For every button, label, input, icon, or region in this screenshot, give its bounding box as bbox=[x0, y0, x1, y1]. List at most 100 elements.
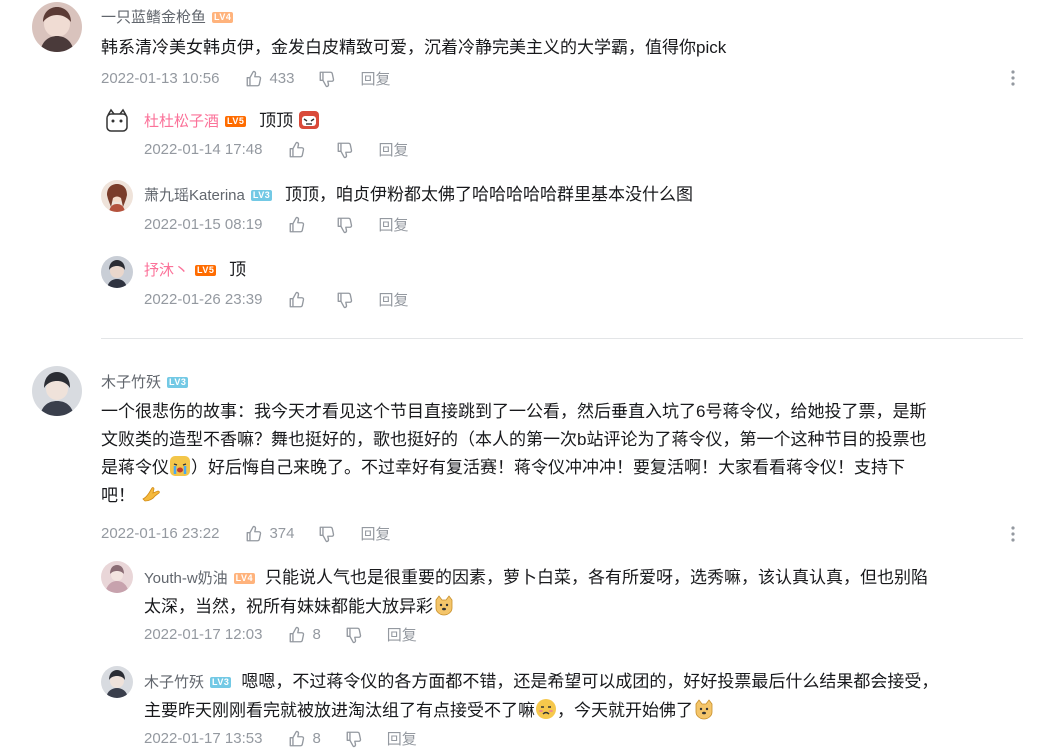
like-count: 433 bbox=[269, 70, 295, 87]
thumbs-down-icon bbox=[336, 216, 354, 234]
reply-button[interactable]: 回复 bbox=[360, 523, 390, 544]
dislike-button[interactable] bbox=[336, 216, 354, 234]
more-vertical-icon[interactable] bbox=[1003, 68, 1023, 88]
reply-button[interactable]: 回复 bbox=[378, 289, 408, 310]
avatar[interactable] bbox=[101, 105, 133, 137]
reply-text: 主要昨天刚刚看完就被放进淘汰组了有点接受不了嘛 bbox=[144, 701, 535, 720]
reply-line: 萧九瑶Katerina LV3 顶顶，咱贞伊粉都太佛了哈哈哈哈哈群里基本没什么图 bbox=[144, 183, 693, 208]
like-button[interactable] bbox=[288, 216, 312, 234]
comment-text: 一个很悲伤的故事：我今天才看见这个节目直接跳到了一公看，然后垂直入坑了6号蒋令仪… bbox=[101, 398, 1021, 510]
ok-hand-emoji-icon bbox=[142, 487, 160, 502]
crying-emoji-icon bbox=[170, 456, 190, 476]
reply-line: 杜杜松子酒 LV5 顶顶 bbox=[144, 108, 320, 134]
reply-text: 顶 bbox=[229, 260, 247, 279]
reply-button[interactable]: 回复 bbox=[387, 728, 417, 749]
thumbs-up-icon bbox=[245, 525, 263, 543]
reply-line: Youth-w奶油 LV4 只能说人气也是很重要的因素，萝卜白菜，各有所爱呀，选秀嘛… bbox=[144, 564, 1024, 621]
dislike-button[interactable] bbox=[336, 291, 354, 309]
comment-time: 2022-01-16 23:22 bbox=[101, 525, 220, 542]
comment-text-part: ）好后悔自己来晚了。不过幸好有复活赛！蒋令仪冲冲冲！要复活啊！大家看看蒋令仪！支… bbox=[191, 458, 905, 477]
level-badge: LV4 bbox=[212, 12, 234, 24]
like-count: 8 bbox=[312, 626, 321, 643]
reply-meta: 2022-01-14 17:48 回复 bbox=[144, 139, 408, 160]
like-count: 8 bbox=[312, 730, 321, 747]
username[interactable]: 木子竹殀 bbox=[144, 674, 204, 691]
reply-time: 2022-01-26 23:39 bbox=[144, 291, 263, 308]
reply-text: 太深，当然，祝所有妹妹都能大放异彩 bbox=[144, 597, 433, 616]
thumbs-up-icon bbox=[288, 216, 306, 234]
reply-button[interactable]: 回复 bbox=[360, 68, 390, 89]
reply-line: 抒沐丶 LV5 顶 bbox=[144, 258, 246, 283]
thumbs-up-icon bbox=[288, 291, 306, 309]
more-vertical-icon[interactable] bbox=[1003, 524, 1023, 544]
like-count: 374 bbox=[269, 525, 295, 542]
like-button[interactable]: 374 bbox=[245, 525, 294, 543]
comment-text-line: 文败类的造型不香嘛？舞也挺好的，歌也挺好的（本人的第一次b站评论为了蒋令仪，第一… bbox=[101, 430, 927, 449]
reply-time: 2022-01-14 17:48 bbox=[144, 141, 263, 158]
username[interactable]: 一只蓝鳍金枪鱼 bbox=[101, 9, 206, 26]
comment-meta: 2022-01-13 10:56 433 回复 bbox=[101, 68, 390, 89]
comment-text-line: 吧！ bbox=[101, 482, 1021, 510]
thumbs-up-icon bbox=[288, 626, 306, 644]
reply-line: 木子竹殀 LV3 嗯嗯，不过蒋令仪的各方面都不错，还是希望可以成团的，好好投票最后什… bbox=[144, 668, 1029, 725]
reply-time: 2022-01-17 12:03 bbox=[144, 626, 263, 643]
username[interactable]: 萧九瑶Katerina bbox=[144, 187, 245, 204]
reply-text: 只能说人气也是很重要的因素，萝卜白菜，各有所爱呀，选秀嘛，该认真认真，但也别陷 bbox=[265, 568, 928, 587]
thumbs-down-icon bbox=[336, 291, 354, 309]
avatar[interactable] bbox=[101, 666, 133, 698]
reply-meta: 2022-01-15 08:19 回复 bbox=[144, 214, 408, 235]
reply-button[interactable]: 回复 bbox=[378, 139, 408, 160]
level-badge: LV3 bbox=[250, 190, 273, 202]
reply-text: 顶顶，咱贞伊粉都太佛了哈哈哈哈哈群里基本没什么图 bbox=[284, 185, 693, 204]
level-badge: LV3 bbox=[167, 377, 189, 389]
divider bbox=[101, 338, 1023, 339]
comment-meta: 2022-01-16 23:22 374 回复 bbox=[101, 523, 390, 544]
comment-text-line: 一个很悲伤的故事：我今天才看见这个节目直接跳到了一公看，然后垂直入坑了6号蒋令仪… bbox=[101, 402, 927, 421]
like-button[interactable] bbox=[288, 141, 312, 159]
comment-header: 木子竹殀 LV3 bbox=[101, 371, 189, 392]
level-badge: LV5 bbox=[195, 265, 217, 277]
level-badge: LV4 bbox=[233, 573, 255, 585]
level-badge: LV3 bbox=[210, 677, 232, 689]
reply-button[interactable]: 回复 bbox=[378, 214, 408, 235]
username[interactable]: 木子竹殀 bbox=[101, 374, 161, 391]
sad-emoji-icon bbox=[536, 699, 556, 719]
avatar[interactable] bbox=[32, 2, 82, 52]
like-button[interactable] bbox=[288, 291, 312, 309]
username[interactable]: Youth-w奶油 bbox=[144, 570, 228, 587]
thumbs-up-icon bbox=[288, 141, 306, 159]
username[interactable]: 杜杜松子酒 bbox=[144, 113, 219, 130]
avatar[interactable] bbox=[101, 256, 133, 288]
reply-text: 嗯嗯，不过蒋令仪的各方面都不错，还是希望可以成团的，好好投票最后什么结果都会接受… bbox=[241, 672, 939, 691]
thumbs-down-icon bbox=[336, 141, 354, 159]
comment-header: 一只蓝鳍金枪鱼 LV4 bbox=[101, 6, 234, 27]
dislike-button[interactable] bbox=[318, 525, 336, 543]
avatar[interactable] bbox=[101, 180, 133, 212]
thumbs-down-icon bbox=[345, 626, 363, 644]
like-button[interactable]: 433 bbox=[245, 70, 294, 88]
comment-text-part: 是蒋令仪 bbox=[101, 458, 169, 477]
reply-meta: 2022-01-17 13:53 8 回复 bbox=[144, 728, 417, 749]
username[interactable]: 抒沐丶 bbox=[144, 262, 189, 279]
comment-text-part: 吧！ bbox=[101, 486, 135, 505]
comment-time: 2022-01-13 10:56 bbox=[101, 70, 220, 87]
doge-emoji-icon bbox=[695, 699, 713, 720]
dislike-button[interactable] bbox=[345, 626, 363, 644]
dislike-button[interactable] bbox=[336, 141, 354, 159]
reply-time: 2022-01-15 08:19 bbox=[144, 216, 263, 233]
thumbs-down-icon bbox=[318, 525, 336, 543]
avatar[interactable] bbox=[32, 366, 82, 416]
like-button[interactable]: 8 bbox=[288, 626, 321, 644]
avatar[interactable] bbox=[101, 561, 133, 593]
comment-text: 韩系清冷美女韩贞伊，金发白皮精致可爱，沉着冷静完美主义的大学霸，值得你pick bbox=[101, 38, 727, 57]
thumbs-down-icon bbox=[318, 70, 336, 88]
reply-text: 顶顶 bbox=[259, 111, 294, 130]
reply-button[interactable]: 回复 bbox=[387, 624, 417, 645]
thumbs-up-icon bbox=[245, 70, 263, 88]
level-badge: LV5 bbox=[225, 116, 247, 128]
reply-text: ，今天就开始佛了 bbox=[557, 701, 693, 720]
comment-text-line: 是蒋令仪 ）好后悔自己来晚了。不过幸好有复活赛！蒋令仪冲冲冲！要复活啊！大家看看蒋… bbox=[101, 454, 1021, 482]
dislike-button[interactable] bbox=[318, 70, 336, 88]
reply-meta: 2022-01-26 23:39 回复 bbox=[144, 289, 408, 310]
doge-emoji-icon bbox=[435, 595, 453, 616]
